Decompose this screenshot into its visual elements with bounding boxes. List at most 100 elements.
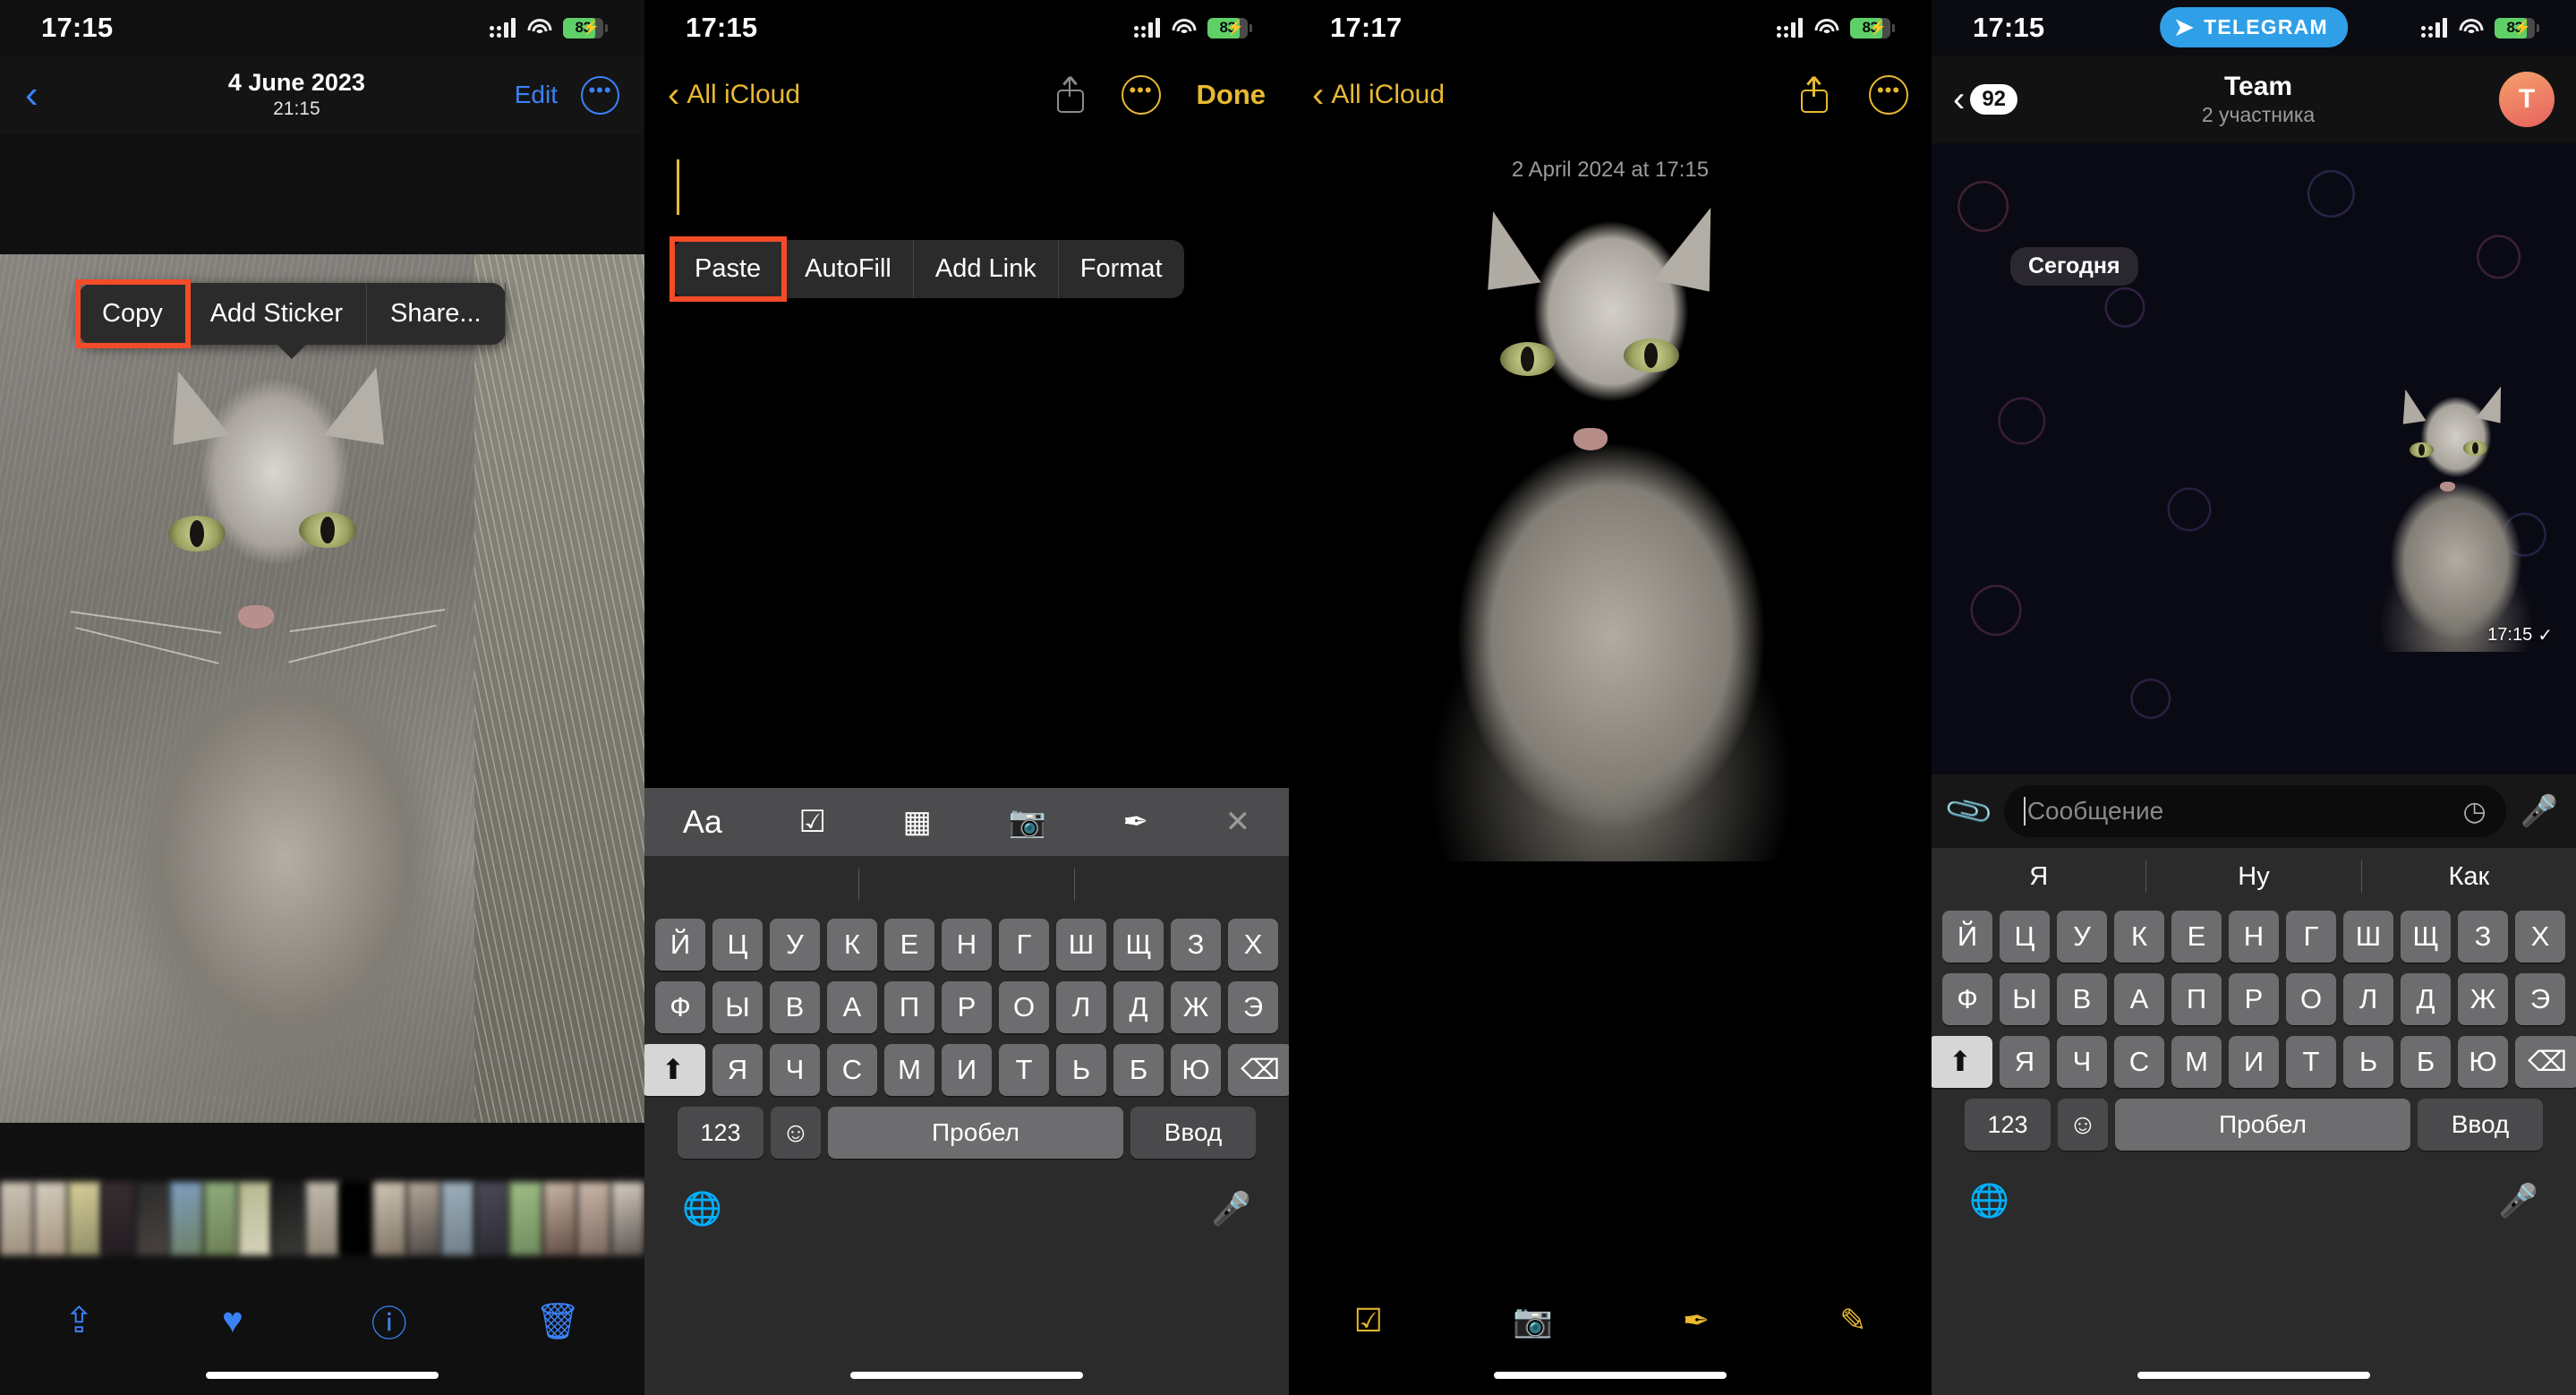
chat-title-block[interactable]: Team 2 участника	[2017, 72, 2499, 127]
microphone-icon[interactable]: 🎤	[2498, 1182, 2538, 1220]
key[interactable]: Я	[2000, 1036, 2050, 1088]
suggestion-2[interactable]: Ну	[2146, 862, 2360, 892]
space-key[interactable]: Пробел	[828, 1107, 1123, 1159]
key[interactable]: Ы	[712, 981, 763, 1033]
numbers-key[interactable]: 123	[1965, 1099, 2051, 1151]
share-icon[interactable]: ⇪	[64, 1300, 94, 1341]
menu-item-format[interactable]: Format	[1059, 240, 1184, 298]
checklist-icon[interactable]: ☑	[799, 804, 826, 840]
emoji-icon[interactable]: ☺	[2058, 1099, 2108, 1151]
key[interactable]: Ч	[770, 1044, 820, 1096]
key[interactable]: Х	[2515, 911, 2565, 963]
paperclip-icon[interactable]: 📎	[1942, 784, 1997, 838]
key[interactable]: Е	[2171, 911, 2222, 963]
key[interactable]: Ю	[2458, 1036, 2508, 1088]
back-button-all-icloud[interactable]: ‹ All iCloud	[668, 77, 800, 113]
key[interactable]: Л	[2343, 973, 2393, 1025]
key[interactable]: Н	[942, 919, 992, 971]
key[interactable]: С	[2114, 1036, 2164, 1088]
key[interactable]: Э	[1228, 981, 1278, 1033]
key[interactable]: И	[2229, 1036, 2279, 1088]
avatar[interactable]: T	[2499, 72, 2555, 127]
key[interactable]: В	[770, 981, 820, 1033]
key[interactable]: Г	[999, 919, 1049, 971]
compose-icon[interactable]: ✎	[1839, 1302, 1866, 1339]
shift-icon[interactable]: ⬆	[1932, 1036, 1992, 1088]
menu-item-autofill[interactable]: AutoFill	[783, 240, 914, 298]
backspace-icon[interactable]: ⌫	[1228, 1044, 1289, 1096]
numbers-key[interactable]: 123	[678, 1107, 763, 1159]
back-button-all-icloud[interactable]: ‹ All iCloud	[1312, 77, 1445, 113]
key[interactable]: Й	[655, 919, 705, 971]
microphone-icon[interactable]: 🎤	[1211, 1190, 1251, 1228]
thumbnail-strip[interactable]	[0, 1182, 644, 1255]
message-sticker[interactable]: 17:15 ✓	[2354, 382, 2558, 652]
menu-item-share[interactable]: Share...	[367, 283, 506, 345]
close-icon[interactable]: ✕	[1225, 804, 1251, 840]
markup-icon[interactable]: ✒	[1683, 1302, 1710, 1339]
key[interactable]: Щ	[2401, 911, 2451, 963]
menu-item-copy[interactable]: Copy	[75, 279, 191, 348]
globe-icon[interactable]: 🌐	[1969, 1182, 2009, 1220]
message-input[interactable]: Сообщение ◷	[2003, 785, 2506, 837]
key[interactable]: М	[884, 1044, 934, 1096]
suggestion-1[interactable]: Я	[1932, 862, 2145, 892]
key[interactable]: Ц	[712, 919, 763, 971]
schedule-icon[interactable]: ◷	[2462, 796, 2486, 827]
microphone-icon[interactable]: 🎤	[2521, 793, 2558, 829]
enter-key[interactable]: Ввод	[1130, 1107, 1256, 1159]
done-button[interactable]: Done	[1197, 79, 1267, 111]
key[interactable]: П	[2171, 973, 2222, 1025]
photo-viewer[interactable]	[0, 254, 644, 1123]
note-image-cat[interactable]	[1375, 199, 1847, 861]
key[interactable]: О	[2286, 973, 2336, 1025]
key[interactable]: Й	[1942, 911, 1992, 963]
edit-button[interactable]: Edit	[515, 81, 558, 109]
ellipsis-circle-icon[interactable]: •••	[1869, 75, 1908, 115]
info-icon[interactable]: ⓘ	[371, 1295, 407, 1347]
key[interactable]: Ж	[2458, 973, 2508, 1025]
key[interactable]: К	[827, 919, 877, 971]
key[interactable]: В	[2057, 973, 2107, 1025]
key[interactable]: Р	[2229, 973, 2279, 1025]
key[interactable]: А	[827, 981, 877, 1033]
key[interactable]: Б	[1113, 1044, 1164, 1096]
menu-item-paste[interactable]: Paste	[669, 236, 788, 302]
key[interactable]: Н	[2229, 911, 2279, 963]
enter-key[interactable]: Ввод	[2418, 1099, 2543, 1151]
key[interactable]: Т	[999, 1044, 1049, 1096]
key[interactable]: Д	[1113, 981, 1164, 1033]
heart-icon[interactable]: ♥	[222, 1301, 243, 1341]
back-button[interactable]: ‹	[25, 75, 79, 115]
camera-icon[interactable]: 📷	[1513, 1302, 1553, 1339]
key[interactable]: У	[770, 919, 820, 971]
key[interactable]: Р	[942, 981, 992, 1033]
key[interactable]: Б	[2401, 1036, 2451, 1088]
key[interactable]: З	[2458, 911, 2508, 963]
key[interactable]: А	[2114, 973, 2164, 1025]
ellipsis-circle-icon[interactable]: •••	[1121, 75, 1161, 115]
key[interactable]: Щ	[1113, 919, 1164, 971]
key[interactable]: И	[942, 1044, 992, 1096]
key[interactable]: У	[2057, 911, 2107, 963]
key[interactable]: Ш	[2343, 911, 2393, 963]
key[interactable]: Ю	[1171, 1044, 1221, 1096]
key[interactable]: Ш	[1056, 919, 1106, 971]
key[interactable]: З	[1171, 919, 1221, 971]
key[interactable]: С	[827, 1044, 877, 1096]
key[interactable]: Д	[2401, 973, 2451, 1025]
globe-icon[interactable]: 🌐	[682, 1190, 722, 1228]
checklist-icon[interactable]: ☑	[1354, 1302, 1383, 1339]
key[interactable]: Ф	[1942, 973, 1992, 1025]
key[interactable]: К	[2114, 911, 2164, 963]
key[interactable]: Г	[2286, 911, 2336, 963]
trash-icon[interactable]: 🗑	[535, 1300, 581, 1342]
text-format-icon[interactable]: Aa	[683, 803, 722, 841]
share-icon[interactable]	[1801, 77, 1828, 113]
table-icon[interactable]: ▦	[903, 804, 932, 840]
key[interactable]: Ф	[655, 981, 705, 1033]
key[interactable]: Ж	[1171, 981, 1221, 1033]
key[interactable]: Л	[1056, 981, 1106, 1033]
key[interactable]: Ц	[2000, 911, 2050, 963]
emoji-icon[interactable]: ☺	[771, 1107, 821, 1159]
